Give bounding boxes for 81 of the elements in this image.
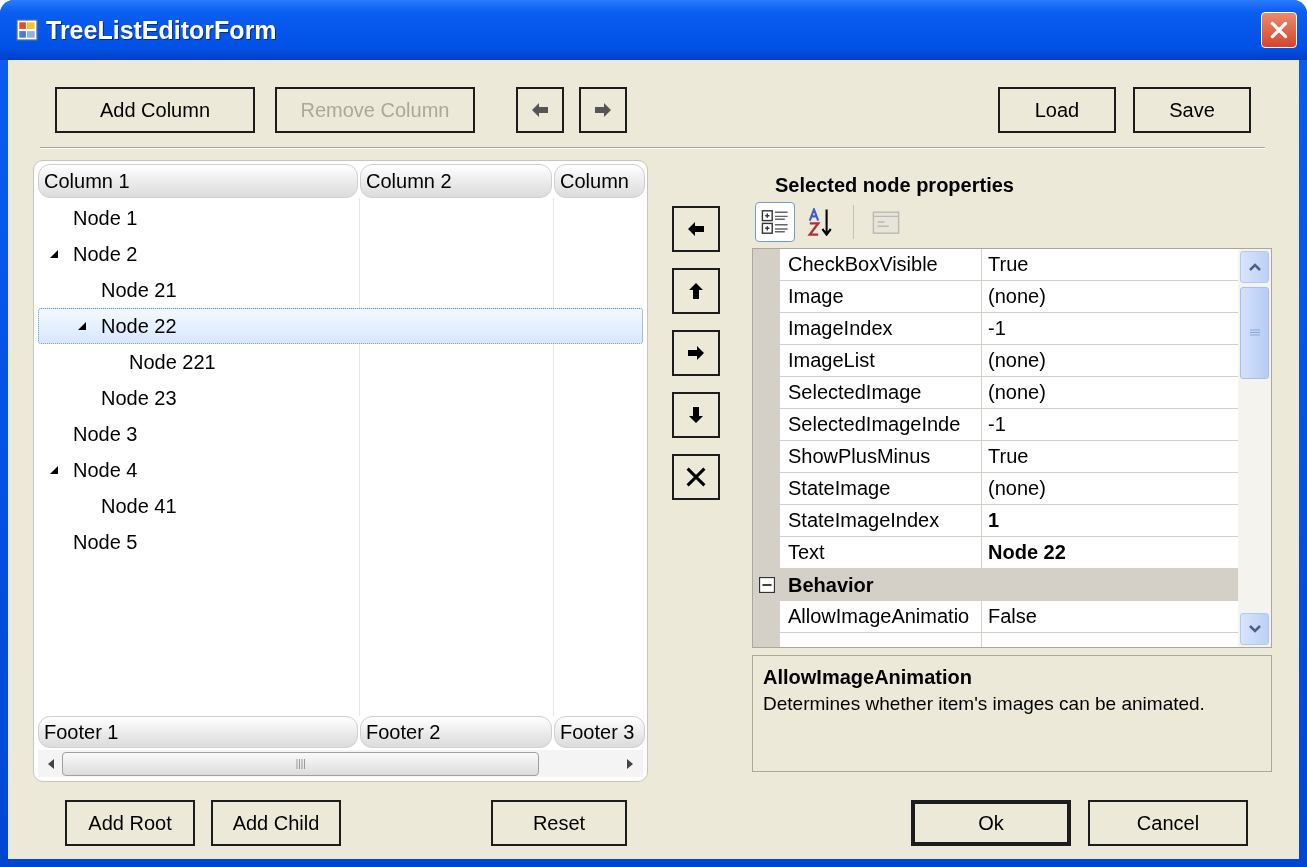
column-footer: Footer 2 bbox=[360, 716, 552, 748]
window-title: TreeListEditorForm bbox=[46, 15, 278, 45]
collapse-icon[interactable] bbox=[758, 577, 775, 593]
column-header[interactable]: Column 1 bbox=[38, 164, 358, 198]
property-name[interactable]: Image bbox=[780, 281, 982, 313]
panel-title: Selected node properties bbox=[774, 173, 1015, 194]
app-icon bbox=[16, 19, 38, 41]
tree-row[interactable]: Node 3 bbox=[38, 416, 643, 452]
property-name[interactable]: SelectedImageInde bbox=[780, 409, 982, 441]
action-button[interactable]: Reset bbox=[491, 800, 627, 846]
toolbar-button[interactable]: Save bbox=[1133, 87, 1251, 133]
node-label: Node 4 bbox=[73, 458, 138, 482]
property-name[interactable]: ShowPlusMinus bbox=[780, 441, 982, 473]
node-label: Node 5 bbox=[73, 530, 138, 554]
property-name[interactable]: SelectedImage bbox=[780, 377, 982, 409]
scroll-up-button[interactable] bbox=[1240, 251, 1269, 283]
property-name[interactable]: ImageList bbox=[780, 345, 982, 377]
tree-row[interactable]: Node 41 bbox=[38, 488, 643, 524]
categorized-list-icon bbox=[761, 208, 789, 236]
expander-icon[interactable] bbox=[49, 465, 59, 475]
grip-icon bbox=[1248, 328, 1261, 338]
grip-icon bbox=[295, 757, 306, 770]
move-button[interactable] bbox=[672, 330, 720, 376]
column-footer: Footer 1 bbox=[38, 716, 358, 748]
category-label: Behavior bbox=[787, 573, 874, 597]
action-button[interactable]: Ok bbox=[911, 800, 1071, 846]
node-label: Node 41 bbox=[101, 494, 177, 518]
toolbar-button[interactable]: Add Column bbox=[55, 87, 255, 133]
node-label: Node 23 bbox=[101, 386, 177, 410]
arrow-right-icon bbox=[686, 343, 706, 363]
close-button[interactable] bbox=[1261, 12, 1297, 48]
node-label: Node 1 bbox=[73, 206, 138, 230]
toolbar-button[interactable] bbox=[579, 87, 627, 133]
property-name[interactable]: Text bbox=[780, 537, 982, 569]
move-button[interactable] bbox=[672, 206, 720, 252]
toolbar-button[interactable] bbox=[755, 202, 795, 242]
expander-icon[interactable] bbox=[77, 321, 87, 331]
description-title: AllowImageAnimation bbox=[763, 666, 973, 689]
horizontal-scrollbar[interactable] bbox=[38, 750, 643, 777]
node-label: Node 3 bbox=[73, 422, 138, 446]
tree-row[interactable]: Node 1 bbox=[38, 200, 643, 236]
move-button[interactable] bbox=[672, 454, 720, 500]
node-label: Node 21 bbox=[101, 278, 177, 302]
move-button[interactable] bbox=[672, 268, 720, 314]
property-name[interactable]: StateImageIndex bbox=[780, 505, 982, 537]
scroll-left-icon[interactable] bbox=[46, 757, 56, 770]
node-label: Node 22 bbox=[101, 314, 177, 338]
column-header[interactable]: Column 2 bbox=[360, 164, 552, 198]
tree-row[interactable]: Node 5 bbox=[38, 524, 643, 560]
chevron-down-icon bbox=[1247, 624, 1262, 634]
chevron-up-icon bbox=[1247, 262, 1262, 272]
column-header[interactable]: Column bbox=[554, 164, 645, 198]
node-label: Node 221 bbox=[129, 350, 216, 374]
x-icon bbox=[684, 465, 708, 489]
tree-row[interactable]: Node 22 bbox=[38, 308, 643, 344]
action-button[interactable]: Add Root bbox=[65, 800, 195, 846]
toolbar-button[interactable]: Load bbox=[998, 87, 1116, 133]
close-icon bbox=[1268, 19, 1290, 41]
property-name[interactable]: AllowImageAnimatio bbox=[780, 601, 982, 633]
description-text: Determines whether item's images can be animated. bbox=[763, 693, 1206, 715]
tree-row[interactable]: Node 21 bbox=[38, 272, 643, 308]
tree-row[interactable]: Node 221 bbox=[38, 344, 643, 380]
property-name[interactable]: StateImage bbox=[780, 473, 982, 505]
property-name[interactable]: ImageIndex bbox=[780, 313, 982, 345]
action-button[interactable]: Add Child bbox=[211, 800, 341, 846]
scroll-thumb[interactable] bbox=[1240, 287, 1269, 379]
property-name[interactable]: CheckBoxVisible bbox=[780, 249, 982, 281]
scroll-thumb[interactable] bbox=[62, 751, 539, 776]
column-footer: Footer 3 bbox=[554, 716, 645, 748]
expander-icon[interactable] bbox=[49, 249, 59, 259]
arrow-right-icon bbox=[593, 100, 613, 120]
move-button[interactable] bbox=[672, 392, 720, 438]
vertical-scrollbar[interactable] bbox=[1238, 249, 1271, 647]
scroll-down-button[interactable] bbox=[1240, 613, 1269, 645]
node-label: Node 2 bbox=[73, 242, 138, 266]
tree-row[interactable]: Node 4 bbox=[38, 452, 643, 488]
scroll-right-icon[interactable] bbox=[625, 757, 635, 770]
tree-row[interactable]: Node 2 bbox=[38, 236, 643, 272]
action-button[interactable]: Cancel bbox=[1088, 800, 1248, 846]
tree-row[interactable]: Node 23 bbox=[38, 380, 643, 416]
toolbar-button[interactable] bbox=[516, 87, 564, 133]
